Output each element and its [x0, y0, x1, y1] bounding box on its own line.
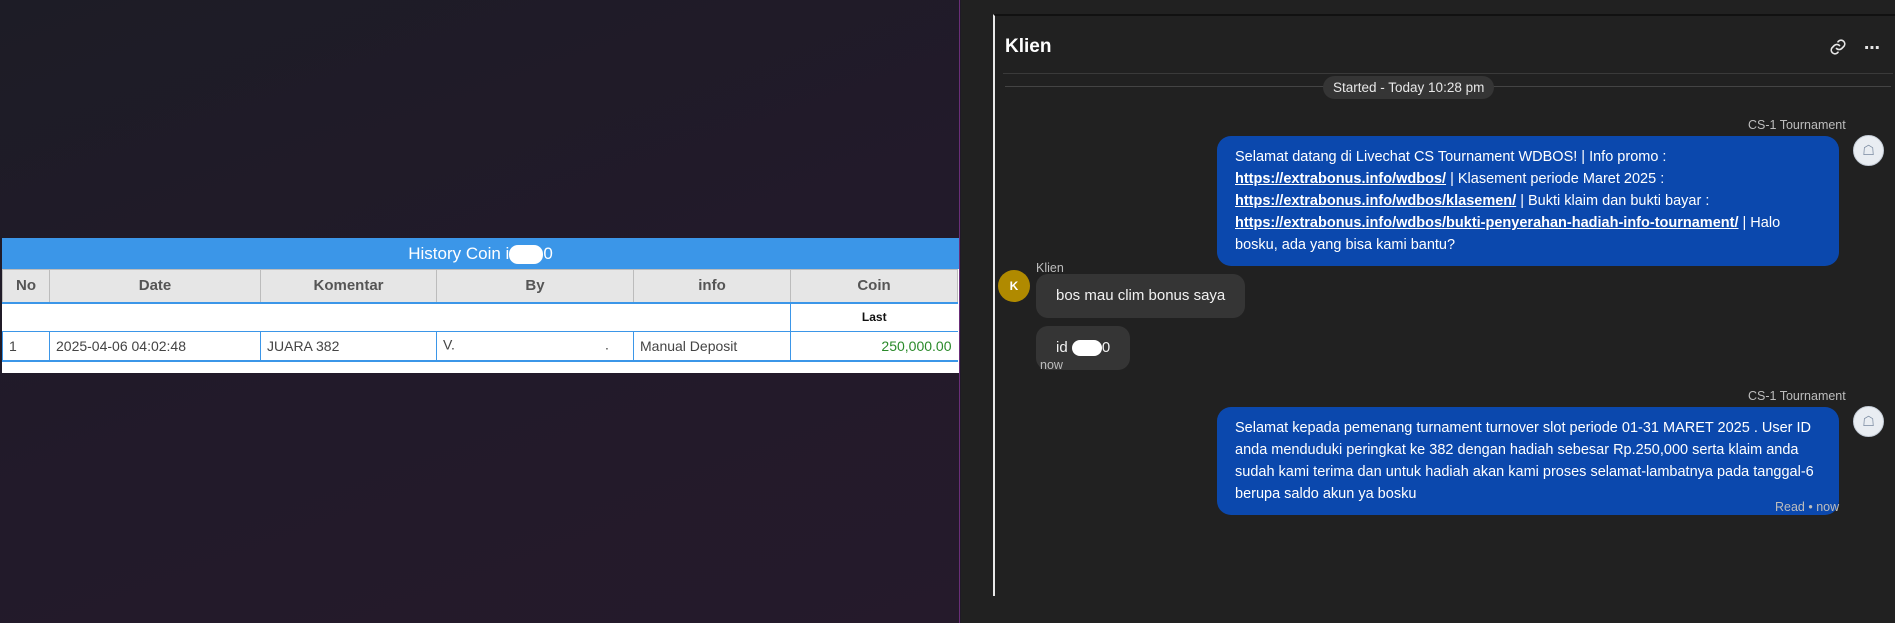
chat-title: Klien	[1005, 36, 1052, 57]
cell-coin: 250,000.00	[790, 331, 958, 362]
more-options-icon[interactable]: ⋯	[1864, 38, 1881, 58]
klasemen-link[interactable]: https://extrabonus.info/wdbos/klasemen/	[1235, 193, 1516, 209]
read-status: Read • now	[1775, 500, 1840, 514]
cell-no: 1	[2, 331, 50, 362]
client-timestamp: now	[1040, 358, 1063, 372]
redacted-id	[509, 245, 544, 265]
chat-panel: Klien ⋯ Started - Today 10:28 pm CS-1 To…	[961, 0, 1895, 623]
redacted-by	[454, 334, 605, 357]
history-title-prefix: History Coin i	[408, 244, 510, 263]
table-row: 1 2025-04-06 04:02:48 JUARA 382 V.. Manu…	[2, 331, 958, 362]
client-msg-prefix: id	[1056, 339, 1072, 356]
link-icon[interactable]	[1829, 38, 1847, 61]
client-avatar: K	[998, 270, 1030, 302]
client-msg-suffix: 0	[1101, 339, 1111, 356]
history-panel: History Coin i 0 No Date Komentar By info…	[0, 0, 960, 623]
agent-sender-name: CS-1 Tournament	[1748, 118, 1846, 132]
col-date: Date	[49, 269, 261, 304]
agent-sender-name: CS-1 Tournament	[1748, 389, 1846, 403]
history-title-suffix: 0	[543, 244, 553, 263]
started-badge: Started - Today 10:28 pm	[1323, 76, 1495, 99]
col-komentar: Komentar	[260, 269, 437, 304]
table-header-row: No Date Komentar By info Coin	[2, 269, 958, 304]
agent-avatar-icon: ☖	[1853, 135, 1884, 166]
redacted-id	[1071, 340, 1102, 357]
cell-by-end: .	[604, 336, 609, 353]
col-info: info	[633, 269, 791, 304]
cell-date: 2025-04-06 04:02:48	[49, 331, 261, 362]
cell-by-start: V.	[443, 336, 455, 353]
agent-msg-text: | Bukti klaim dan bukti bayar :	[1516, 193, 1710, 209]
cell-info: Manual Deposit	[633, 331, 791, 362]
agent-msg-text: Selamat datang di Livechat CS Tournament…	[1235, 149, 1667, 165]
header-divider	[1003, 73, 1893, 74]
last-label: Last	[790, 302, 958, 332]
client-sender-name: Klien	[1036, 261, 1064, 275]
cell-by: V..	[436, 331, 634, 362]
cell-komentar: JUARA 382	[260, 331, 437, 362]
agent-message-bubble: Selamat kepada pemenang turnament turnov…	[1217, 407, 1839, 515]
agent-message-bubble: Selamat datang di Livechat CS Tournament…	[1217, 136, 1839, 266]
history-title: History Coin i 0	[2, 238, 959, 269]
client-message-bubble: bos mau clim bonus saya	[1036, 274, 1246, 318]
chat-window: Klien ⋯ Started - Today 10:28 pm CS-1 To…	[993, 14, 1895, 596]
history-coin-box: History Coin i 0 No Date Komentar By info…	[2, 238, 959, 373]
agent-msg-text: | Klasement periode Maret 2025 :	[1446, 171, 1665, 187]
table-subheader-row: Last	[2, 302, 958, 332]
history-table: No Date Komentar By info Coin Last 1 202…	[2, 269, 958, 362]
col-no: No	[2, 269, 50, 304]
col-by: By	[436, 269, 634, 304]
col-coin: Coin	[790, 269, 958, 304]
agent-avatar-icon: ☖	[1853, 406, 1884, 437]
promo-link[interactable]: https://extrabonus.info/wdbos/	[1235, 171, 1446, 187]
bukti-link[interactable]: https://extrabonus.info/wdbos/bukti-peny…	[1235, 215, 1738, 231]
